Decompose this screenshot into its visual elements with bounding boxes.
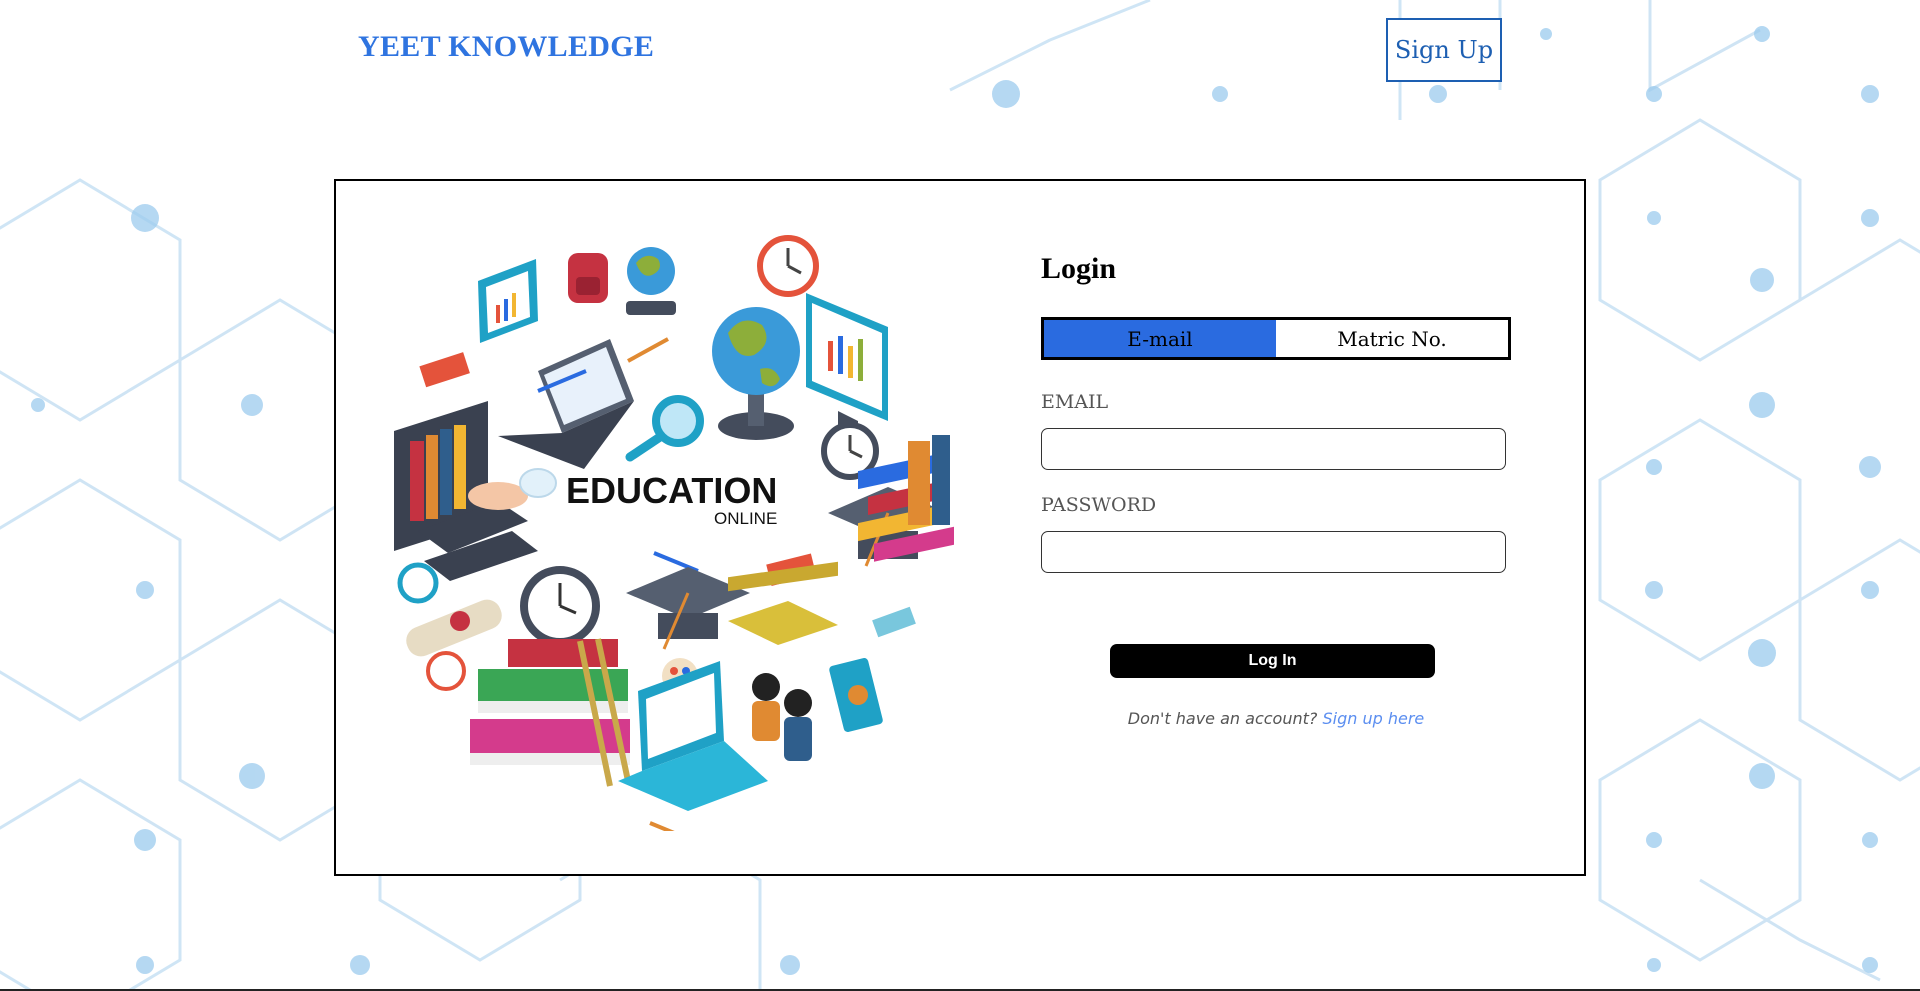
bookshelf-monitor-icon (394, 401, 528, 553)
magnifier-icon (625, 395, 704, 462)
login-title: Login (1041, 252, 1117, 285)
monitor-chart-icon (806, 293, 888, 435)
signup-prompt-text: Don't have an account? (1127, 709, 1318, 728)
phone-chart-icon (829, 658, 883, 732)
backpack-icon (568, 253, 608, 303)
tab-matric-no[interactable]: Matric No. (1276, 320, 1508, 357)
illustration-subtitle: ONLINE (714, 509, 777, 528)
laptop-icon (498, 339, 634, 469)
tab-email[interactable]: E-mail (1044, 320, 1276, 357)
wall-clock-icon (757, 235, 819, 297)
tablet-chart-icon (478, 259, 538, 343)
login-card: EDUCATION ONLINE Login E-mail Matric No.… (334, 179, 1586, 876)
globe-icon (626, 247, 676, 315)
email-label: EMAIL (1041, 391, 1109, 413)
signup-prompt: Don't have an account? Sign up here (1041, 709, 1511, 728)
illustration-title: EDUCATION (566, 470, 777, 511)
login-method-tabs: E-mail Matric No. (1041, 317, 1511, 360)
students-icon (752, 673, 812, 761)
email-field[interactable] (1041, 428, 1506, 470)
yellow-books-icon (728, 561, 838, 645)
brand-title[interactable]: YEET KNOWLEDGE (358, 30, 654, 64)
login-button[interactable]: Log In (1110, 644, 1435, 678)
bottom-laptop-icon (618, 661, 768, 811)
signup-link[interactable]: Sign up here (1322, 709, 1424, 728)
signup-button[interactable]: Sign Up (1386, 18, 1502, 82)
diploma-icon (406, 599, 502, 657)
world-globe-icon (712, 307, 800, 440)
education-illustration: EDUCATION ONLINE (394, 235, 954, 831)
password-field[interactable] (1041, 531, 1506, 573)
password-label: PASSWORD (1041, 494, 1157, 516)
